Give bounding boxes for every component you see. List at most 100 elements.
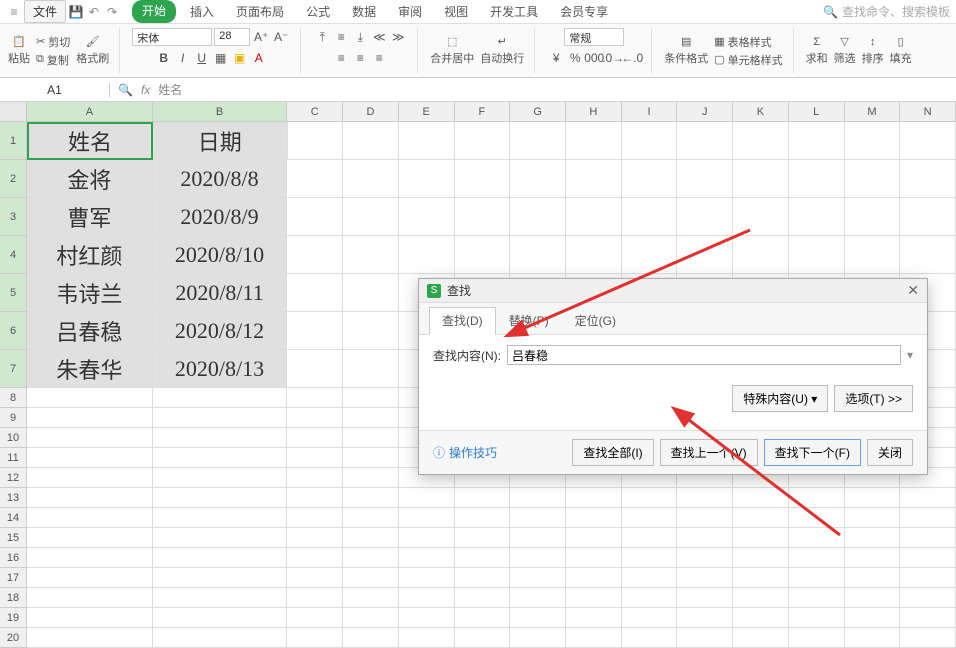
cell[interactable]	[399, 548, 455, 568]
cell[interactable]	[153, 448, 288, 468]
cell[interactable]	[789, 488, 845, 508]
align-top-icon[interactable]: ⤒	[313, 28, 331, 46]
indent-dec-icon[interactable]: ≪	[370, 28, 388, 46]
cell[interactable]	[455, 198, 511, 236]
cell[interactable]: 村红颜	[27, 236, 153, 274]
indent-inc-icon[interactable]: ≫	[389, 28, 407, 46]
cell[interactable]	[900, 588, 956, 608]
cell[interactable]	[622, 548, 678, 568]
tips-link[interactable]: ⓘ 操作技巧	[433, 444, 497, 461]
cell[interactable]	[27, 528, 153, 548]
col-header-C[interactable]: C	[287, 102, 343, 121]
dec-inc-icon[interactable]: .0→	[604, 49, 622, 67]
tab-insert[interactable]: 插入	[182, 0, 222, 23]
cell[interactable]: 2020/8/12	[153, 312, 288, 350]
cell[interactable]	[287, 350, 343, 388]
redo-icon[interactable]: ↷	[104, 4, 120, 20]
cell[interactable]	[789, 628, 845, 648]
cell[interactable]	[733, 198, 789, 236]
tab-formula[interactable]: 公式	[298, 0, 338, 23]
cell[interactable]	[789, 548, 845, 568]
cell[interactable]	[455, 236, 511, 274]
row-header[interactable]: 1	[0, 122, 27, 160]
cell[interactable]: 韦诗兰	[27, 274, 153, 312]
cell[interactable]	[27, 388, 153, 408]
row-header[interactable]: 9	[0, 408, 27, 428]
row-header[interactable]: 14	[0, 508, 27, 528]
cell[interactable]	[287, 388, 343, 408]
cell[interactable]	[845, 588, 901, 608]
cell[interactable]	[287, 568, 343, 588]
cell[interactable]	[455, 528, 511, 548]
cell[interactable]	[845, 160, 901, 198]
cell[interactable]	[510, 122, 566, 160]
cell[interactable]	[677, 588, 733, 608]
font-size-select[interactable]: 28	[214, 28, 250, 46]
cell[interactable]: 金将	[27, 160, 153, 198]
align-right-icon[interactable]: ≡	[370, 49, 388, 67]
col-header-G[interactable]: G	[510, 102, 566, 121]
bold-icon[interactable]: B	[155, 49, 173, 67]
cell[interactable]	[677, 608, 733, 628]
cell[interactable]	[733, 160, 789, 198]
cell[interactable]	[287, 312, 343, 350]
cell[interactable]	[399, 568, 455, 588]
col-header-B[interactable]: B	[153, 102, 288, 121]
cell[interactable]	[27, 608, 153, 628]
cell[interactable]	[343, 350, 399, 388]
row-header[interactable]: 7	[0, 350, 27, 388]
name-box[interactable]: A1	[0, 83, 110, 97]
cell[interactable]: 2020/8/11	[153, 274, 288, 312]
cell[interactable]	[287, 628, 343, 648]
cell[interactable]	[27, 568, 153, 588]
cell[interactable]	[399, 488, 455, 508]
special-content-button[interactable]: 特殊内容(U) ▾	[732, 385, 828, 412]
cell[interactable]	[622, 198, 678, 236]
merge-center-button[interactable]: ⬚ 合并居中	[430, 35, 474, 66]
cell[interactable]	[510, 236, 566, 274]
fill-button[interactable]: ▯填充	[890, 35, 912, 66]
dialog-titlebar[interactable]: S 查找 ✕	[419, 279, 927, 303]
cell[interactable]	[153, 428, 288, 448]
cell[interactable]	[845, 568, 901, 588]
font-color-icon[interactable]: A	[250, 49, 268, 67]
tab-data[interactable]: 数据	[344, 0, 384, 23]
cell[interactable]	[153, 468, 288, 488]
tab-member[interactable]: 会员专享	[552, 0, 616, 23]
cell[interactable]	[287, 198, 343, 236]
cell[interactable]	[566, 508, 622, 528]
cell[interactable]	[566, 122, 622, 160]
row-header[interactable]: 10	[0, 428, 27, 448]
undo-icon[interactable]: ↶	[86, 4, 102, 20]
cell[interactable]	[677, 488, 733, 508]
cell[interactable]	[343, 428, 399, 448]
cell[interactable]	[677, 508, 733, 528]
cell[interactable]	[287, 528, 343, 548]
cell[interactable]	[455, 628, 511, 648]
formula-content[interactable]: 姓名	[158, 81, 182, 98]
tab-dev[interactable]: 开发工具	[482, 0, 546, 23]
select-all-corner[interactable]	[0, 102, 27, 121]
dialog-tab-find[interactable]: 查找(D)	[429, 307, 496, 335]
cell[interactable]	[677, 122, 733, 160]
row-header[interactable]: 17	[0, 568, 27, 588]
cell[interactable]	[900, 488, 956, 508]
cell[interactable]	[153, 568, 288, 588]
col-header-D[interactable]: D	[343, 102, 399, 121]
cell[interactable]	[622, 160, 678, 198]
col-header-J[interactable]: J	[677, 102, 733, 121]
cell[interactable]	[343, 198, 399, 236]
cell[interactable]	[510, 198, 566, 236]
cell[interactable]	[510, 568, 566, 588]
sum-button[interactable]: Σ求和	[806, 36, 828, 66]
tab-view[interactable]: 视图	[436, 0, 476, 23]
cell[interactable]	[27, 588, 153, 608]
cell[interactable]	[343, 608, 399, 628]
table-style-button[interactable]: ▦表格样式	[714, 34, 782, 50]
cell[interactable]	[845, 528, 901, 548]
save-icon[interactable]: 💾	[68, 4, 84, 20]
row-header[interactable]: 13	[0, 488, 27, 508]
cell[interactable]	[510, 528, 566, 548]
cell[interactable]	[455, 160, 511, 198]
cell[interactable]	[566, 568, 622, 588]
